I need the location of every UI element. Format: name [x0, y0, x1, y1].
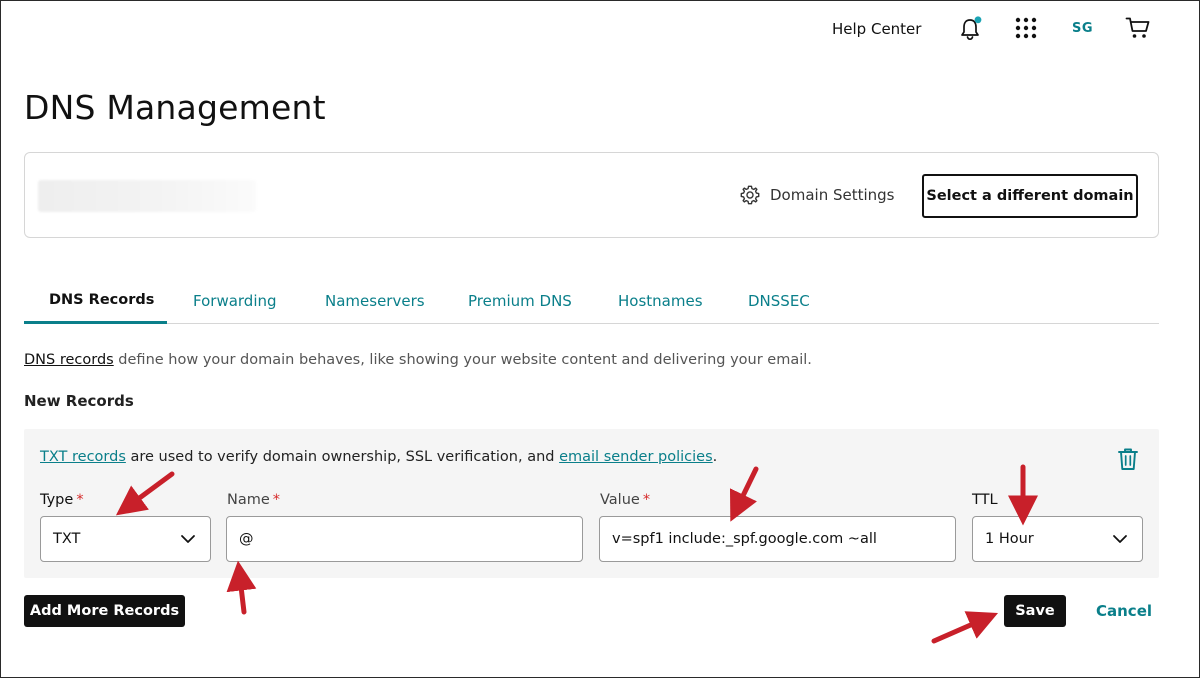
page-title: DNS Management	[24, 88, 326, 127]
bell-icon[interactable]	[958, 16, 982, 42]
domain-settings-link[interactable]: Domain Settings	[739, 184, 895, 206]
required-marker: *	[272, 492, 281, 508]
value-label: Value *	[600, 492, 651, 508]
dns-records-description: DNS records define how your domain behav…	[24, 352, 812, 368]
chevron-down-icon	[181, 535, 195, 543]
tab-nameservers[interactable]: Nameservers	[325, 292, 425, 310]
top-header: Help Center SG	[0, 0, 1200, 60]
type-label: Type *	[40, 492, 84, 508]
cart-icon[interactable]	[1125, 16, 1151, 40]
new-records-heading: New Records	[24, 392, 134, 410]
value-input[interactable]: v=spf1 include:_spf.google.com ~all	[599, 516, 956, 562]
required-marker: *	[76, 492, 84, 508]
add-more-records-button[interactable]: Add More Records	[24, 595, 185, 627]
txt-info-end: .	[712, 449, 718, 465]
save-button[interactable]: Save	[1004, 595, 1066, 627]
domain-card: Domain Settings Select a different domai…	[24, 152, 1159, 238]
ttl-select-value: 1 Hour	[985, 531, 1034, 547]
domain-settings-label: Domain Settings	[770, 186, 895, 204]
active-tab-indicator	[24, 321, 167, 324]
txt-records-info: TXT records are used to verify domain ow…	[40, 449, 717, 465]
type-select[interactable]: TXT	[40, 516, 211, 562]
description-text: define how your domain behaves, like sho…	[113, 352, 812, 368]
new-record-panel: TXT records are used to verify domain ow…	[24, 429, 1159, 578]
help-center-link[interactable]: Help Center	[832, 20, 921, 38]
name-input-value: @	[239, 531, 254, 547]
tab-hostnames[interactable]: Hostnames	[618, 292, 703, 310]
name-label: Name *	[227, 492, 281, 508]
tab-dnssec[interactable]: DNSSEC	[748, 292, 810, 310]
apps-grid-icon[interactable]	[1015, 17, 1037, 39]
trash-icon[interactable]	[1117, 447, 1139, 471]
chevron-down-icon	[1113, 535, 1127, 543]
email-sender-policies-link[interactable]: email sender policies	[559, 449, 713, 465]
required-marker: *	[642, 492, 651, 508]
user-avatar-initials[interactable]: SG	[1072, 21, 1093, 36]
type-select-value: TXT	[53, 531, 81, 547]
redacted-domain-name	[38, 180, 256, 212]
dns-records-link[interactable]: DNS records	[24, 352, 114, 368]
cancel-link[interactable]: Cancel	[1096, 602, 1152, 620]
tab-dns-records[interactable]: DNS Records	[49, 292, 154, 308]
txt-info-text: are used to verify domain ownership, SSL…	[125, 449, 560, 465]
dns-tabs: DNS Records Forwarding Nameservers Premi…	[24, 278, 1159, 324]
tab-forwarding[interactable]: Forwarding	[193, 292, 277, 310]
gear-icon	[740, 185, 760, 205]
txt-records-link[interactable]: TXT records	[40, 449, 126, 465]
select-different-domain-button[interactable]: Select a different domain	[922, 174, 1138, 218]
tab-premium-dns[interactable]: Premium DNS	[468, 292, 572, 310]
value-input-value: v=spf1 include:_spf.google.com ~all	[612, 531, 877, 547]
notification-dot-icon	[974, 16, 982, 24]
ttl-label: TTL	[972, 492, 998, 508]
name-input[interactable]: @	[226, 516, 583, 562]
ttl-select[interactable]: 1 Hour	[972, 516, 1143, 562]
